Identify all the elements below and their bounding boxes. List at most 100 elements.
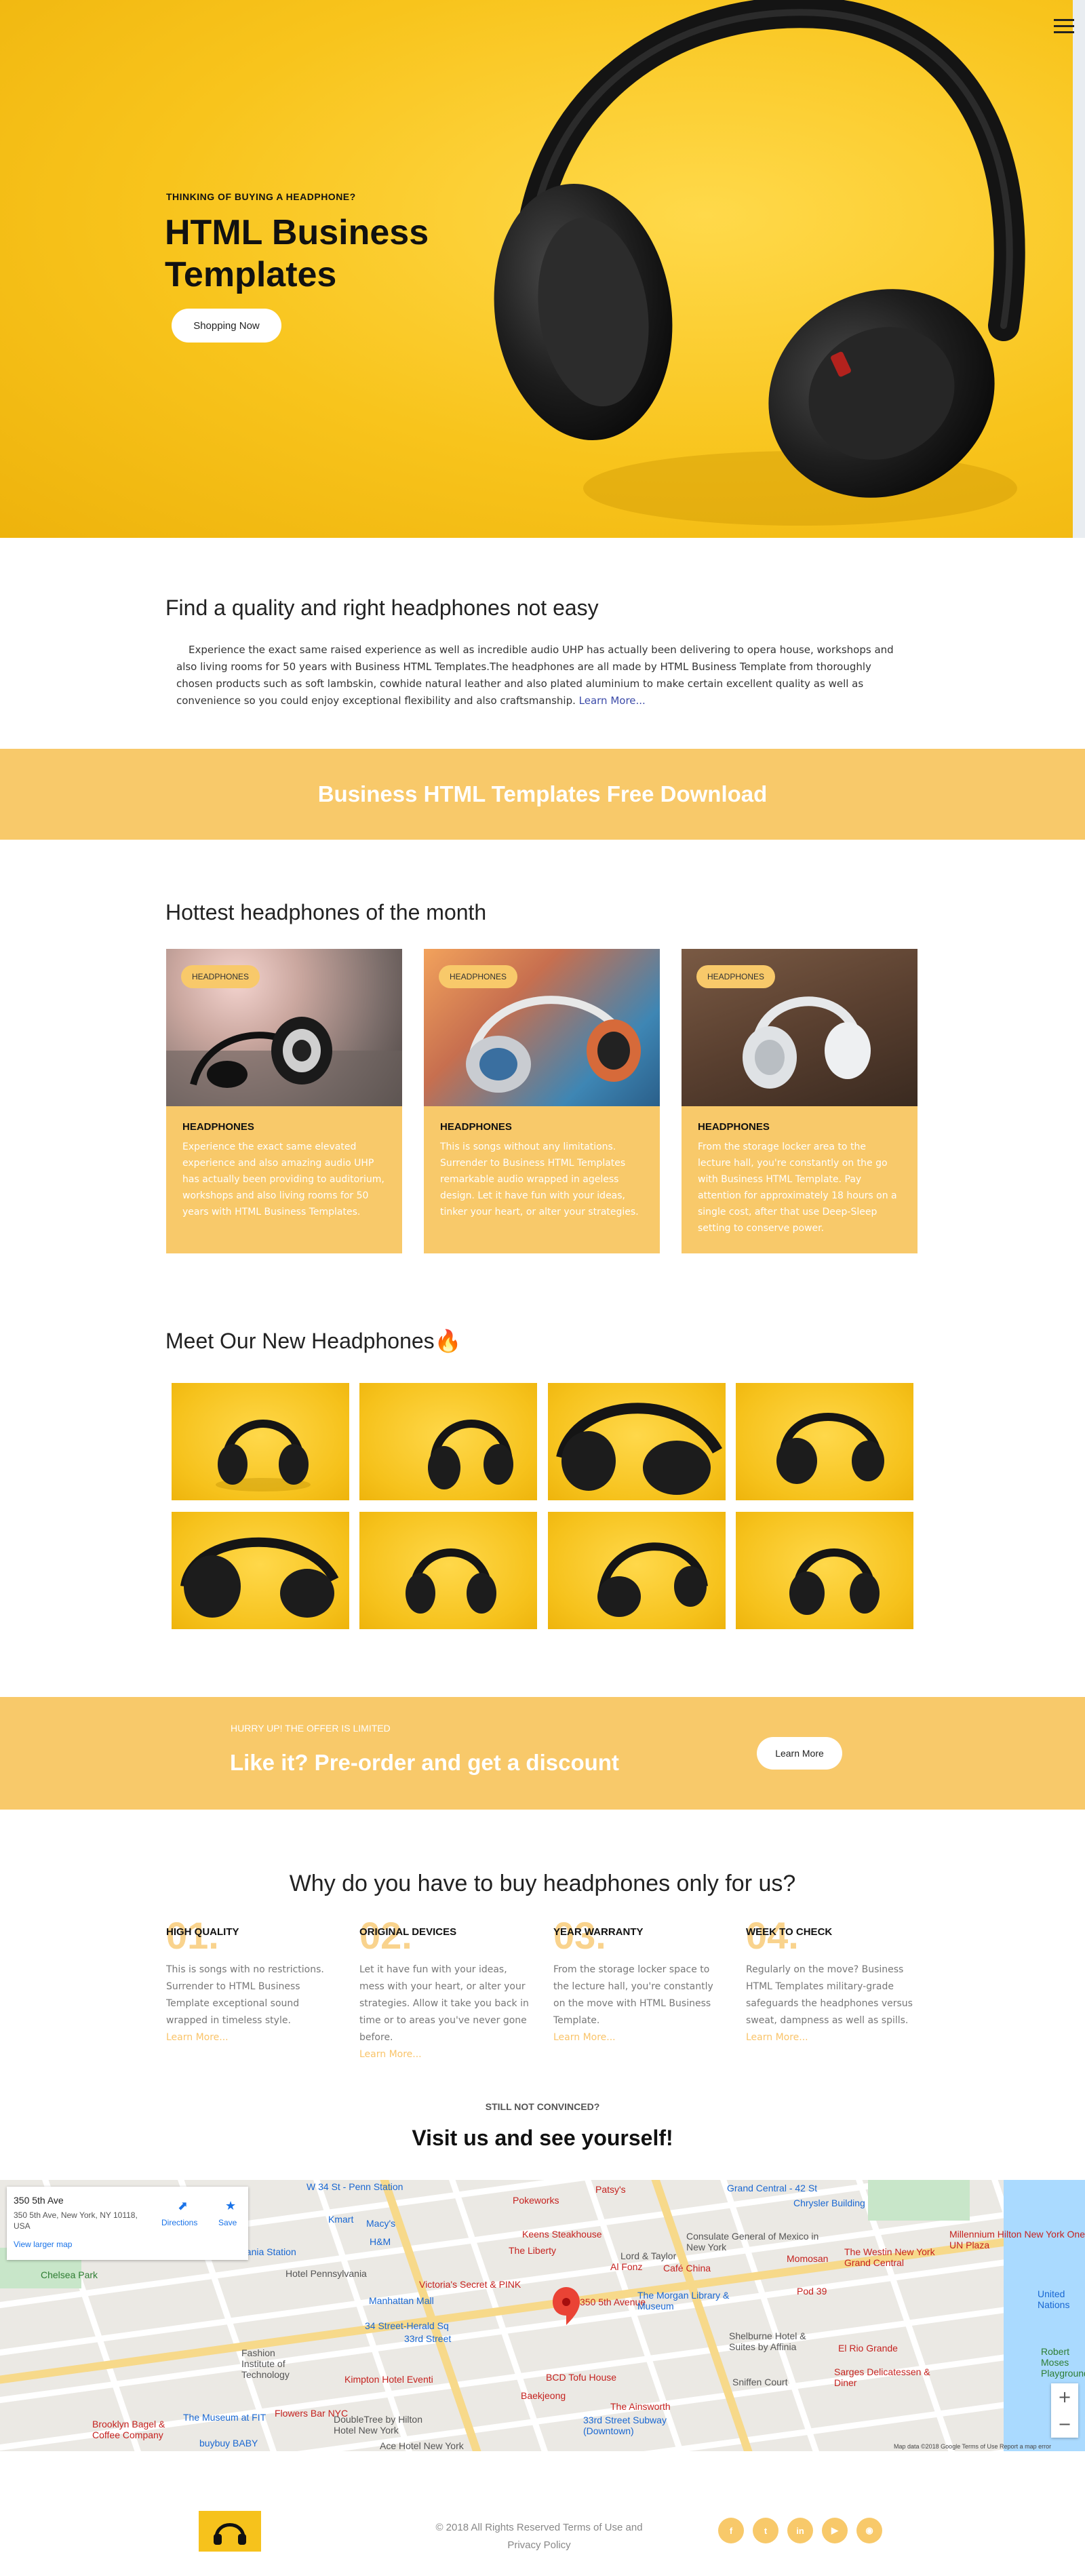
learn-more-button[interactable]: Learn More [757,1737,842,1770]
map-label: El Rio Grande [838,2343,898,2354]
map-label: buybuy BABY [199,2438,258,2448]
hero-headphones-image [494,0,1025,526]
hero-title: HTML Business Templates [165,213,429,294]
twitter-icon[interactable]: t [753,2518,778,2543]
map-label: The Museum at FIT [183,2412,267,2423]
save-link[interactable]: Save [218,2218,237,2227]
gallery-thumb[interactable] [172,1383,349,1500]
feature-text: Regularly on the move? Business HTML Tem… [746,1962,915,2046]
map-label: Momosan [787,2253,829,2264]
map-info-card: 350 5th Ave 350 5th Ave, New York, NY 10… [7,2187,248,2260]
map-label: Fashion Institute of Technology [241,2347,290,2380]
linkedin-icon[interactable]: in [787,2518,813,2543]
gallery-title-text: Meet Our New Headphones [165,1329,435,1353]
feature-body: From the storage locker space to the lec… [553,1964,713,2026]
zoom-in-button[interactable]: + [1051,2383,1078,2411]
intro-learn-more-link[interactable]: Learn More... [579,695,646,707]
map-label: Sarges Delicatessen & Diner [834,2366,930,2388]
why-title: Why do you have to buy headphones only f… [289,1871,796,1896]
map-label: Victoria's Secret & PINK [419,2279,521,2290]
free-download-banner[interactable]: Business HTML Templates Free Download [0,749,1085,840]
directions-icon[interactable]: ⬈ [178,2199,188,2213]
map-label: Millennium Hilton New York One UN Plaza [949,2229,1085,2250]
map-label: Al Fonz [610,2261,643,2272]
map-label: H&M [370,2236,391,2247]
feature-text: From the storage locker space to the lec… [553,1962,723,2046]
gallery-thumb[interactable] [172,1512,349,1629]
map-label: W 34 St - Penn Station [307,2181,403,2192]
zoom-out-button[interactable]: − [1051,2411,1078,2438]
product-card[interactable]: HEADPHONES HEADPHONES Experience the exa… [166,949,402,1253]
map-label: 33rd Street [404,2333,452,2344]
fire-icon: 🔥 [434,1329,462,1353]
gallery-thumb[interactable] [548,1383,726,1500]
gallery-title: Meet Our New Headphones🔥 [165,1328,462,1354]
map-label: DoubleTree by Hilton Hotel New York [334,2414,422,2436]
map-label: The Liberty [509,2245,557,2256]
feature-learn-more-link[interactable]: Learn More... [746,2032,808,2043]
card-title: HEADPHONES [698,1121,770,1133]
save-star-icon[interactable]: ★ [225,2199,236,2213]
google-map[interactable]: 350 5th Avenue W 34 St - Penn Station Gr… [0,2180,1085,2451]
headphones-logo-icon [214,2523,246,2545]
hero-side-strip [1073,0,1085,538]
place-address: 350 5th Ave, New York, NY 10118, USA [14,2210,138,2231]
map-label: The Westin New York Grand Central [844,2246,935,2268]
map-label: Patsy's [595,2184,626,2195]
card-title: HEADPHONES [182,1121,254,1133]
hottest-title: Hottest headphones of the month [165,900,487,924]
feature-text: Let it have fun with your ideas, mess wi… [359,1962,529,2063]
feature-learn-more-link[interactable]: Learn More... [359,2049,422,2060]
feature-learn-more-link[interactable]: Learn More... [166,2032,229,2043]
map-label: Consulate General of Mexico in New York [686,2231,819,2252]
map-label: Pod 39 [797,2286,827,2297]
product-card[interactable]: HEADPHONES HEADPHONES From the storage l… [682,949,918,1253]
map-pin-label: 350 5th Avenue [580,2297,646,2307]
map-label: Chelsea Park [41,2269,98,2280]
card-tag[interactable]: HEADPHONES [696,965,776,988]
map-label: Ace Hotel New York [380,2440,464,2451]
map-label: BCD Tofu House [546,2372,617,2383]
gallery-thumb[interactable] [359,1512,537,1629]
map-label: Kmart [328,2214,354,2225]
map-label: Shelburne Hotel & Suites by Affinia [729,2330,806,2352]
footer-logo[interactable] [199,2511,261,2552]
map-label: Grand Central - 42 St [727,2183,818,2193]
shopping-now-button[interactable]: Shopping Now [172,309,281,343]
rss-icon[interactable]: ◉ [856,2518,882,2543]
preorder-heading: Like it? Pre-order and get a discount [230,1750,619,1775]
map-label: United Nations [1038,2288,1070,2310]
card-text: Experience the exact same elevated exper… [182,1141,384,1217]
map-label: Pokeworks [513,2195,559,2206]
youtube-icon[interactable]: ▶ [822,2518,848,2543]
facebook-icon[interactable]: f [718,2518,744,2543]
map-label: 33rd Street Subway (Downtown) [583,2415,667,2436]
directions-link[interactable]: Directions [161,2218,197,2227]
still-not-convinced: STILL NOT CONVINCED? [485,2101,600,2112]
copyright-text: © 2018 All Rights Reserved Terms of Use … [435,2522,643,2551]
card-tag[interactable]: HEADPHONES [181,965,260,988]
feature-learn-more-link[interactable]: Learn More... [553,2032,616,2043]
gallery-thumb[interactable] [736,1383,913,1500]
hamburger-menu-icon[interactable] [1054,19,1074,34]
hero-section: THINKING OF BUYING A HEADPHONE? HTML Bus… [0,0,1085,538]
gallery-thumb[interactable] [736,1512,913,1629]
feature-title: WEEK TO CHECK [746,1926,833,1938]
gallery-thumb[interactable] [548,1512,726,1629]
map-footer-text[interactable]: Map data ©2018 Google Terms of Use Repor… [894,2443,1051,2450]
product-card[interactable]: HEADPHONES HEADPHONES This is songs with… [424,949,660,1253]
gallery-thumb[interactable] [359,1383,537,1500]
map-label: Baekjeong [521,2390,566,2401]
card-image: HEADPHONES [424,949,660,1106]
feature-text: This is songs with no restrictions. Surr… [166,1962,336,2046]
card-text: From the storage locker area to the lect… [698,1141,897,1234]
feature-title: ORIGINAL DEVICES [359,1926,457,1938]
intro-title: Find a quality and right headphones not … [165,596,599,620]
view-larger-map-link[interactable]: View larger map [14,2240,72,2249]
map-label: Keens Steakhouse [522,2229,602,2240]
card-tag[interactable]: HEADPHONES [439,965,518,988]
hero-kicker: THINKING OF BUYING A HEADPHONE? [166,191,356,202]
map-zoom-controls: + − [1051,2383,1078,2438]
card-image: HEADPHONES [682,949,918,1106]
free-download-text[interactable]: Business HTML Templates Free Download [318,781,768,807]
